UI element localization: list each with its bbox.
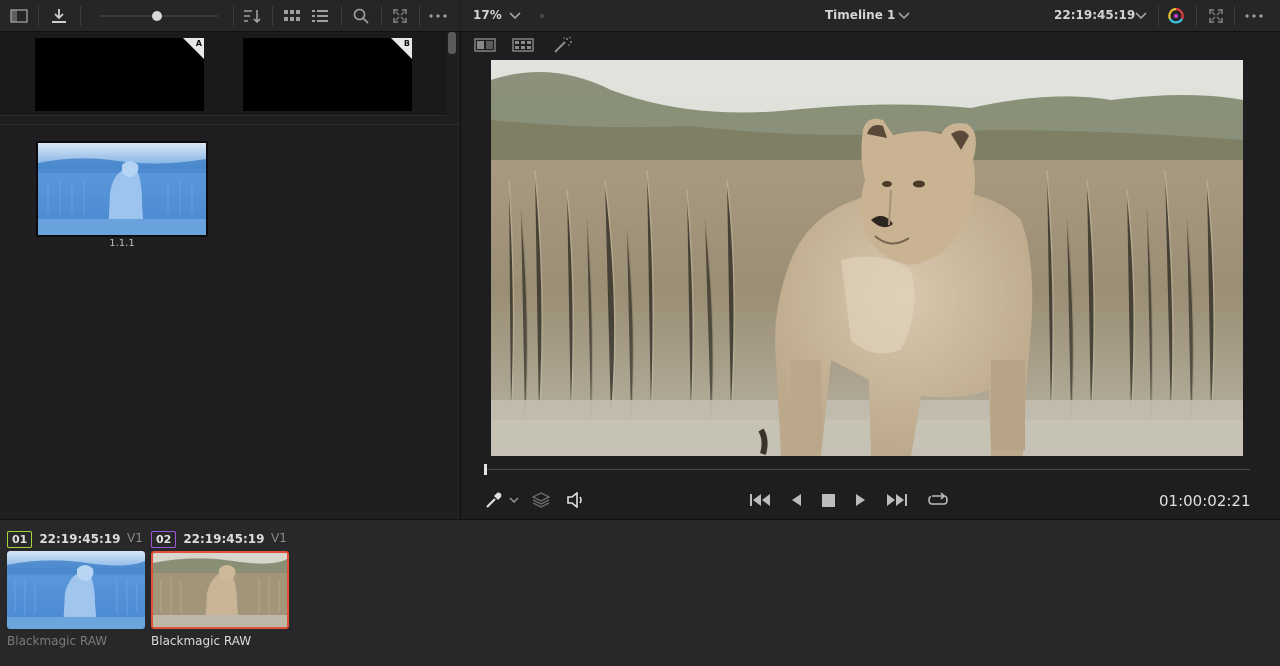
clip-timecode: 22:19:45:19 (39, 532, 121, 546)
source-timecode[interactable]: 22:19:45:19 (1054, 8, 1135, 22)
clip-track-label: V1 (127, 531, 143, 545)
speaker-icon[interactable] (563, 489, 589, 511)
chevron-down-icon[interactable] (508, 6, 522, 26)
list-view-icon[interactable] (309, 4, 331, 28)
clips-timeline: 01 22:19:45:19 V1 Blackmagic RAW 02 22:1… (0, 519, 1280, 666)
clip-name: Blackmagic RAW (7, 634, 108, 648)
grid-view-icon[interactable] (281, 4, 303, 28)
sort-icon[interactable] (240, 4, 264, 28)
clip-number-badge: 01 (7, 530, 33, 548)
split-screen-icon[interactable] (473, 35, 497, 55)
timeline-title[interactable]: Timeline 1 (825, 8, 895, 22)
clip-thumbnail[interactable] (7, 551, 145, 629)
play-icon[interactable] (852, 489, 870, 511)
grab-still-icon[interactable] (48, 4, 70, 28)
sidebar-toggle-icon[interactable] (8, 4, 30, 28)
go-to-first-icon[interactable] (747, 489, 773, 511)
still-label: B (403, 39, 410, 48)
current-timecode[interactable]: 01:00:02:21 (1159, 492, 1251, 510)
still-b[interactable]: B (243, 38, 412, 111)
album-still-label: 1.1.1 (109, 238, 135, 249)
clip-header: 02 22:19:45:19 (151, 530, 265, 548)
gallery-toolbar (0, 0, 459, 32)
go-to-last-icon[interactable] (884, 489, 910, 511)
play-reverse-icon[interactable] (787, 489, 805, 511)
viewer-frame[interactable] (491, 60, 1243, 456)
fullscreen-icon[interactable] (1206, 4, 1226, 28)
playhead[interactable] (484, 464, 487, 475)
viewer-panel: 01:00:02:21 (460, 32, 1280, 519)
search-icon[interactable] (350, 4, 372, 28)
eyedropper-icon[interactable] (483, 489, 505, 511)
clip-number-badge: 02 (151, 530, 177, 548)
stills-scrollbar[interactable] (448, 32, 456, 54)
fullscreen-icon[interactable] (390, 4, 410, 28)
options-icon[interactable] (427, 4, 449, 28)
scrubber-track[interactable] (485, 469, 1250, 470)
gallery-panel: A B 1.1.1 (0, 32, 459, 519)
clip-track-label: V1 (271, 531, 287, 545)
chevron-down-icon[interactable] (897, 6, 911, 26)
still-a[interactable]: A (35, 38, 204, 111)
viewer-tools (461, 32, 1280, 58)
divider (0, 124, 459, 125)
color-wheel-icon[interactable] (1165, 4, 1187, 28)
thumbnail-size-slider[interactable] (100, 11, 218, 21)
clip-name: Blackmagic RAW (151, 634, 252, 648)
loop-icon[interactable] (925, 489, 951, 511)
wipe-grid-icon[interactable] (511, 35, 535, 55)
chevron-down-icon[interactable] (507, 492, 521, 508)
still-label: A (195, 39, 202, 48)
options-icon[interactable] (1243, 4, 1265, 28)
chevron-down-icon[interactable] (1134, 6, 1148, 26)
layers-icon[interactable] (529, 489, 553, 511)
clip-thumbnail-selected[interactable] (151, 551, 289, 629)
slider-knob[interactable] (151, 11, 162, 21)
album-still-thumbnail[interactable] (36, 141, 208, 237)
stop-icon[interactable] (819, 489, 837, 511)
clip-header: 01 22:19:45:19 (7, 530, 121, 548)
magic-wand-icon[interactable] (551, 35, 575, 55)
status-dot-icon (540, 14, 544, 18)
zoom-level[interactable]: 17% (473, 8, 502, 22)
clip-timecode: 22:19:45:19 (183, 532, 265, 546)
stills-strip: A B (0, 32, 447, 116)
